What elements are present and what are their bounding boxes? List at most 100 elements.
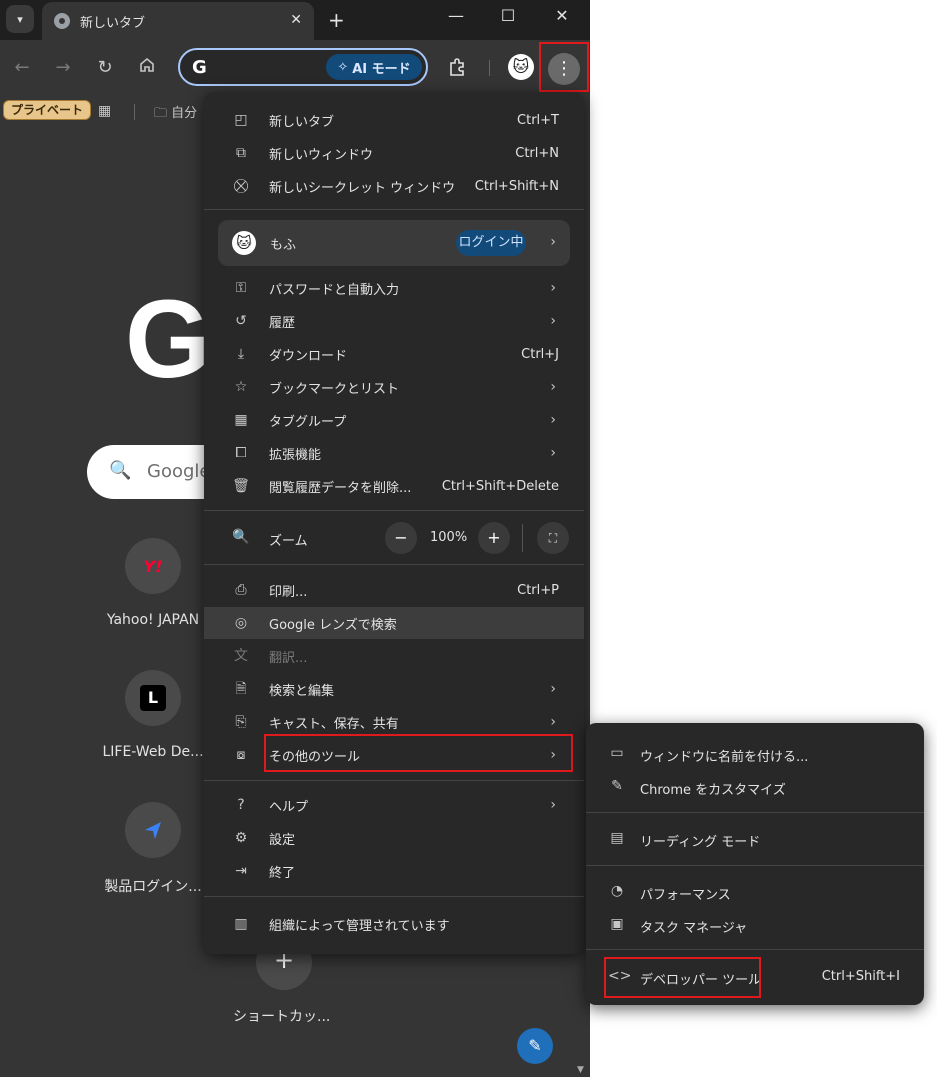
menu-shortcut: Ctrl+T — [517, 112, 559, 128]
submenu-item-name-window[interactable]: ▭ ウィンドウに名前を付ける... — [586, 738, 924, 770]
menu-button-highlight — [539, 42, 589, 92]
key-icon: ⚿ — [235, 280, 247, 296]
scroll-down-arrow[interactable]: ▼ — [577, 1065, 584, 1075]
profile-avatar-icon: 🐱 — [232, 231, 256, 255]
extensions-icon[interactable] — [446, 56, 470, 80]
submenu-divider — [586, 865, 924, 866]
menu-item-history[interactable]: ↺ 履歴 › — [204, 305, 584, 337]
apps-grid-icon[interactable]: ▦ — [98, 103, 111, 119]
submenu-item-customize-chrome[interactable]: ✎ Chrome をカスタマイズ — [586, 771, 924, 803]
tab-search-button[interactable]: ▾ — [6, 5, 34, 33]
home-icon[interactable] — [135, 56, 159, 80]
tab-title: 新しいタブ — [80, 15, 146, 31]
menu-label: 新しいウィンドウ — [269, 147, 374, 163]
menu-shortcut: Ctrl+Shift+I — [821, 969, 900, 984]
menu-label: タブグループ — [269, 414, 347, 430]
tab-new-tab[interactable]: 新しいタブ ✕ — [42, 2, 314, 40]
sparkle-search-icon: ✧ — [337, 59, 349, 75]
new-window-icon: ⧉ — [236, 145, 246, 161]
chevron-right-icon: › — [550, 797, 556, 813]
menu-item-managed[interactable]: ▥ 組織によって管理されています — [204, 908, 584, 940]
menu-divider — [204, 896, 584, 897]
menu-item-clear-data[interactable]: 🗑 閲覧履歴データを削除... Ctrl+Shift+Delete — [204, 470, 584, 502]
submenu-item-task-manager[interactable]: ▣ タスク マネージャ — [586, 909, 924, 941]
menu-item-google-lens[interactable]: ◎ Google レンズで検索 — [204, 607, 584, 639]
fullscreen-icon[interactable]: ⛶ — [537, 522, 569, 554]
search-icon: 🔍 — [109, 460, 132, 481]
back-icon[interactable]: ← — [10, 56, 34, 80]
menu-item-bookmarks[interactable]: ☆ ブックマークとリスト › — [204, 371, 584, 403]
menu-label: 設定 — [269, 832, 296, 848]
menu-label: ウィンドウに名前を付ける... — [640, 750, 809, 765]
chevron-right-icon: › — [550, 714, 556, 730]
menu-label: 新しいシークレット ウィンドウ — [269, 180, 456, 196]
menu-item-new-window[interactable]: ⧉ 新しいウィンドウ Ctrl+N — [204, 137, 584, 169]
zoom-out-button[interactable]: − — [385, 522, 417, 554]
bookmark-folder-label: 自分 — [171, 106, 198, 121]
submenu-item-reading-mode[interactable]: ▤ リーディング モード — [586, 823, 924, 855]
submenu-divider — [586, 812, 924, 813]
private-badge[interactable]: プライベート — [3, 100, 92, 120]
menu-divider — [204, 780, 584, 781]
menu-item-new-incognito[interactable]: ⛒ 新しいシークレット ウィンドウ Ctrl+Shift+N — [204, 170, 584, 202]
speedometer-icon: ◔ — [610, 883, 624, 899]
menu-item-new-tab[interactable]: ◰ 新しいタブ Ctrl+T — [204, 104, 584, 136]
translate-icon: 文 — [234, 648, 248, 664]
maximize-button[interactable]: ☐ — [494, 6, 522, 25]
new-tab-button[interactable]: + — [328, 8, 345, 32]
zoom-in-button[interactable]: + — [478, 522, 510, 554]
menu-item-translate: 文 翻訳... — [204, 640, 584, 672]
close-icon[interactable]: ✕ — [290, 12, 302, 28]
minimize-button[interactable]: — — [442, 6, 470, 25]
zoom-label: ズーム — [269, 534, 308, 549]
menu-shortcut: Ctrl+Shift+Delete — [441, 478, 559, 494]
menu-shortcut: Ctrl+P — [517, 582, 559, 598]
add-shortcut-label: ショートカッ... — [233, 1009, 331, 1025]
submenu-item-performance[interactable]: ◔ パフォーマンス — [586, 876, 924, 908]
menu-item-settings[interactable]: ⚙ 設定 — [204, 822, 584, 854]
menu-item-extensions[interactable]: ⧠ 拡張機能 › — [204, 437, 584, 469]
reload-icon[interactable]: ↻ — [93, 56, 117, 80]
menu-label: パフォーマンス — [640, 888, 731, 903]
menu-label: パスワードと自動入力 — [269, 282, 400, 298]
menu-item-passwords[interactable]: ⚿ パスワードと自動入力 › — [204, 272, 584, 304]
menu-item-exit[interactable]: ⇥ 終了 — [204, 855, 584, 887]
menu-label: リーディング モード — [640, 835, 761, 850]
menu-label: 終了 — [269, 865, 296, 881]
bookmarks-divider — [134, 104, 135, 120]
menu-zoom-row: 🔍 ズーム − 100% + ⛶ — [204, 518, 584, 558]
folder-icon: 🗀 — [154, 106, 168, 121]
forward-icon[interactable]: → — [51, 56, 75, 80]
menu-profile-row[interactable]: 🐱 もふ ログイン中 › — [218, 220, 570, 266]
address-bar[interactable]: G ✧ AI モード — [178, 48, 428, 86]
menu-label: 新しいタブ — [269, 114, 335, 130]
google-g-icon: G — [192, 57, 207, 78]
life-web-glyph: L — [140, 685, 166, 711]
menu-label: タスク マネージャ — [640, 921, 748, 936]
customize-pencil-icon[interactable]: ✎ — [517, 1028, 553, 1064]
exit-icon: ⇥ — [235, 863, 247, 879]
menu-label: 履歴 — [269, 315, 296, 331]
menu-label: 組織によって管理されています — [269, 918, 450, 934]
menu-item-print[interactable]: ⎙ 印刷... Ctrl+P — [204, 574, 584, 606]
menu-label: 翻訳... — [269, 650, 308, 666]
submenu-divider — [586, 949, 924, 950]
chevron-right-icon: › — [550, 313, 556, 329]
menu-label: ダウンロード — [269, 348, 348, 364]
profile-avatar[interactable]: 🐱 — [508, 54, 534, 80]
window-close-button[interactable]: ✕ — [548, 6, 576, 25]
toolbar-divider — [489, 60, 490, 76]
menu-item-tab-groups[interactable]: ▦ タブグループ › — [204, 404, 584, 436]
menu-item-help[interactable]: ? ヘルプ › — [204, 789, 584, 821]
star-icon: ☆ — [234, 379, 248, 395]
dev-tools-highlight — [604, 957, 761, 998]
menu-shortcut: Ctrl+Shift+N — [474, 178, 559, 194]
menu-label: 印刷... — [269, 584, 308, 600]
menu-item-downloads[interactable]: ⤓ ダウンロード Ctrl+J — [204, 338, 584, 370]
menu-item-search-edit[interactable]: 🗎 検索と編集 › — [204, 673, 584, 705]
zoom-divider — [522, 524, 523, 552]
bookmark-folder[interactable]: 🗀 自分 — [154, 102, 197, 126]
document-search-icon: 🗎 — [235, 681, 247, 697]
ntp-search-placeholder: Google — [147, 461, 211, 482]
ai-mode-button[interactable]: ✧ AI モード — [326, 54, 422, 80]
